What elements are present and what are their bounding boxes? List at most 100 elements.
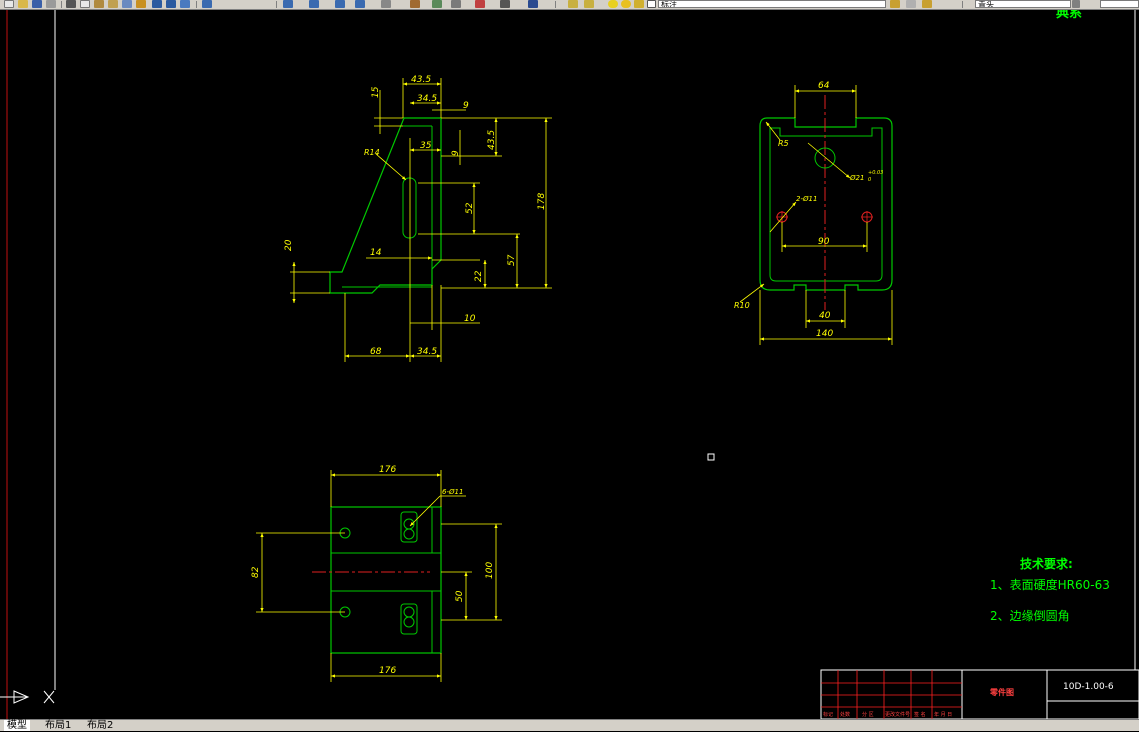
- dim-15: 15: [371, 86, 381, 98]
- leader-line: [769, 201, 797, 233]
- dim-90: 90: [818, 237, 830, 247]
- dim-57: 57: [507, 254, 517, 266]
- paint-bucket-icon[interactable]: [136, 0, 146, 8]
- tab-model[interactable]: 模型: [4, 720, 30, 731]
- dim-22: 22: [474, 270, 484, 282]
- copy-icon[interactable]: [80, 0, 90, 8]
- title-block: 标记 处数 分 区 更改文件号 签 名 年 月 日 零件图 10D-1.00-6: [820, 669, 1139, 719]
- style-dropdown[interactable]: 标注: [658, 0, 886, 8]
- layer-properties-icon[interactable]: [568, 0, 578, 8]
- top-view-slot-upper: [400, 511, 418, 543]
- corner-label: 典系: [1056, 10, 1082, 21]
- tb-header-2: 分 区: [862, 711, 874, 718]
- dim-9-a: 9: [463, 101, 469, 111]
- dim-64: 64: [818, 81, 830, 91]
- layer-dropdown[interactable]: 青头: [975, 0, 1071, 8]
- toolbar: 标注 青头: [0, 0, 1139, 10]
- layer-previous-icon[interactable]: [906, 0, 916, 8]
- dim-r10: R10: [734, 301, 750, 310]
- layer-color-swatch-icon[interactable]: [647, 0, 656, 8]
- leader-line: [807, 142, 851, 179]
- front-view: 43.5 34.5 9 15 35 9 43.5 178 R14 52 20 1…: [284, 75, 552, 362]
- undo-icon[interactable]: [152, 0, 162, 8]
- help-icon[interactable]: [528, 0, 538, 8]
- tb-header-4: 签 名: [914, 711, 926, 718]
- tool-palettes-icon[interactable]: [432, 0, 442, 8]
- lightbulb-icon[interactable]: [608, 0, 618, 8]
- paste-icon[interactable]: [94, 0, 104, 8]
- zoom-extents-icon[interactable]: [355, 0, 365, 8]
- calculator-icon[interactable]: [500, 0, 510, 8]
- markup-icon[interactable]: [475, 0, 485, 8]
- dim-r14: R14: [364, 148, 380, 157]
- sun-icon[interactable]: [621, 0, 631, 8]
- dim-34-5-top: 34.5: [417, 94, 437, 104]
- dim-176-bottom: 176: [379, 666, 396, 676]
- dim-9-b: 9: [451, 150, 461, 156]
- separator: [962, 1, 963, 8]
- dim-43-5-top: 43.5: [411, 75, 431, 85]
- separator: [276, 1, 277, 8]
- dim-82: 82: [251, 566, 261, 578]
- separator: [555, 1, 556, 8]
- layer-walk-icon[interactable]: [922, 0, 932, 8]
- layer-state-icon[interactable]: [584, 0, 594, 8]
- match-properties-icon[interactable]: [108, 0, 118, 8]
- open-folder-icon[interactable]: [18, 0, 28, 8]
- publish-icon[interactable]: [180, 0, 190, 8]
- tab-layout1[interactable]: 布局1: [42, 720, 74, 731]
- new-file-icon[interactable]: [4, 0, 14, 8]
- cursor-pickbox[interactable]: [707, 453, 715, 461]
- side-view-inner: [769, 127, 883, 282]
- dim-10: 10: [464, 314, 476, 324]
- dim-35: 35: [420, 141, 432, 151]
- dim-20: 20: [284, 239, 294, 251]
- tab-layout1-label: 布局1: [45, 720, 72, 731]
- print-icon[interactable]: [46, 0, 56, 8]
- block-editor-icon[interactable]: [122, 0, 132, 8]
- design-center-icon[interactable]: [410, 0, 420, 8]
- dropdown-arrow-icon[interactable]: [1072, 0, 1080, 8]
- leader-line: [739, 283, 765, 303]
- tab-model-label: 模型: [7, 720, 27, 731]
- ucs-icon: [0, 690, 55, 704]
- dim-34-5-bottom: 34.5: [417, 347, 437, 357]
- notes-title: 技术要求:: [1020, 556, 1073, 571]
- pan-icon[interactable]: [202, 0, 212, 8]
- dim-176-top: 176: [379, 465, 396, 475]
- dim-6phi11: 6-Ø11: [442, 488, 463, 496]
- redo-icon[interactable]: [166, 0, 176, 8]
- properties-icon[interactable]: [381, 0, 391, 8]
- save-icon[interactable]: [32, 0, 42, 8]
- dim-140: 140: [816, 329, 833, 339]
- side-view: 64 R5 Ø21 +0.03 0 2-Ø11 90 R10 40 140: [734, 81, 893, 345]
- dim-phi21-tol-up: +0.03: [868, 170, 883, 176]
- cut-icon[interactable]: [66, 0, 76, 8]
- tb-header-5: 年 月 日: [934, 711, 952, 718]
- sheet-set-icon[interactable]: [451, 0, 461, 8]
- dim-phi21-tol-lo: 0: [868, 177, 871, 183]
- front-view-slot: [402, 177, 417, 239]
- lock-icon[interactable]: [634, 0, 644, 8]
- drawing-svg[interactable]: 典系 43.5 34.5 9 15 35 9 43.5 178 R14 52 2…: [0, 10, 1139, 719]
- top-view: 176 6-Ø11 82 100 50 176: [251, 465, 502, 682]
- tb-part-name: 零件图: [989, 687, 1014, 697]
- tb-header-1: 处数: [840, 711, 850, 718]
- zoom-realtime-icon[interactable]: [283, 0, 293, 8]
- hole: [403, 528, 415, 540]
- dim-14: 14: [370, 248, 382, 258]
- dim-178: 178: [537, 193, 547, 210]
- tb-header-3: 更改文件号: [885, 711, 910, 718]
- zoom-window-icon[interactable]: [309, 0, 319, 8]
- zoom-previous-icon[interactable]: [335, 0, 345, 8]
- tab-layout2[interactable]: 布局2: [84, 720, 116, 731]
- lineweight-dropdown[interactable]: [1100, 0, 1139, 8]
- drawing-canvas[interactable]: 典系 43.5 34.5 9 15 35 9 43.5 178 R14 52 2…: [0, 10, 1139, 719]
- make-current-icon[interactable]: [890, 0, 900, 8]
- separator: [61, 1, 62, 8]
- style-dropdown-value: 标注: [661, 0, 677, 8]
- tb-drawing-no: 10D-1.00-6: [1063, 682, 1114, 692]
- layout-tabs-bar: 模型 布局1 布局2: [0, 719, 1139, 731]
- dim-r5: R5: [778, 139, 789, 148]
- hole: [403, 616, 415, 628]
